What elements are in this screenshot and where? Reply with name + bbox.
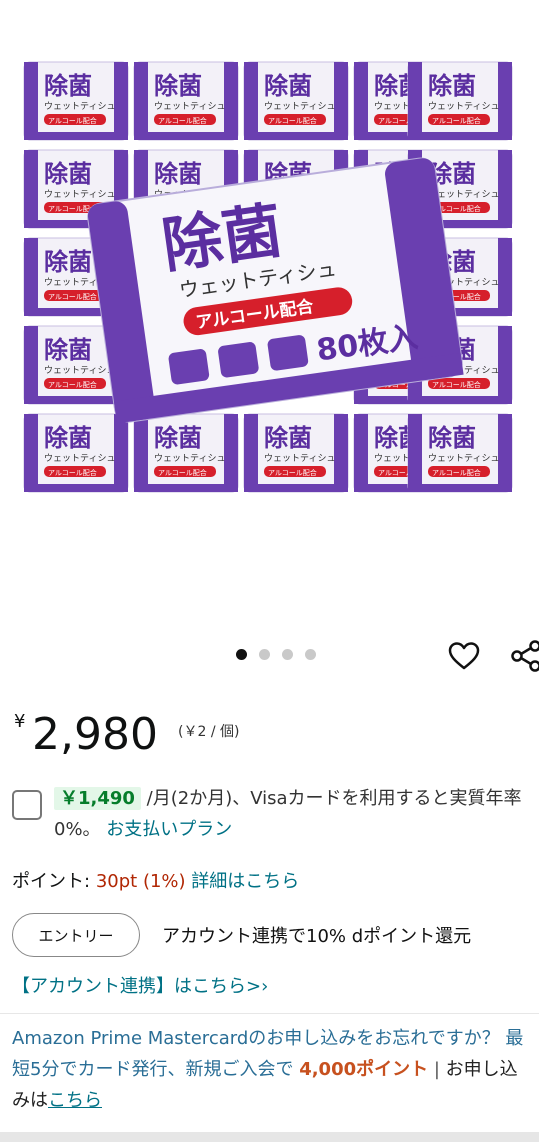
card-promo[interactable]: Amazon Prime Mastercardのお申し込みをお忘れですか？ 最短… [12, 1023, 534, 1116]
points-percent: (1%) [142, 871, 186, 892]
carousel-dot-1[interactable] [236, 649, 247, 660]
divider [0, 1013, 539, 1014]
carousel-dot-2[interactable] [259, 649, 270, 660]
promo-points: 4,000ポイント [299, 1059, 429, 1080]
wet-wipes-pack-image: 除菌 ウェットティシュ アルコール配合 除菌 ウェットティシュ アルコール配合 [23, 61, 513, 493]
promo-separator: | [433, 1059, 440, 1080]
entry-button[interactable]: エントリー [12, 913, 140, 957]
points-label: ポイント: [12, 871, 91, 892]
currency-symbol: ¥ [14, 711, 26, 732]
dpoint-text: アカウント連携で10% dポイント還元 [162, 926, 472, 947]
points-details-link[interactable]: 詳細はこちら [191, 871, 299, 892]
wishlist-button[interactable] [444, 636, 484, 676]
carousel-dot-3[interactable] [282, 649, 293, 660]
product-image[interactable]: 除菌 ウェットティシュ アルコール配合 除菌 ウェットティシュ アルコール配合 [0, 0, 539, 625]
share-icon [511, 640, 539, 672]
carousel-dot-4[interactable] [305, 649, 316, 660]
dpoint-entry: エントリー アカウント連携で10% dポイント還元 [12, 913, 532, 959]
apply-link[interactable]: こちら [48, 1090, 102, 1111]
monthly-price-badge: ￥1,490 [54, 787, 141, 810]
image-carousel-indicator[interactable] [236, 649, 316, 660]
section-separator [0, 1132, 539, 1142]
points-value: 30pt [95, 871, 138, 892]
price-amount: 2,980 [32, 709, 158, 760]
points-info: ポイント: 30pt (1%) 詳細はこちら [12, 868, 299, 896]
share-button[interactable] [506, 636, 539, 676]
unit-price: (￥2 / 個) [178, 724, 240, 740]
heart-icon [448, 642, 480, 670]
installment-text: ￥1,490 /月(2か月)、Visaカードを利用すると実質年率0%。 お支払い… [54, 783, 539, 845]
installment-checkbox[interactable] [12, 790, 42, 820]
account-link[interactable]: 【アカウント連携】はこちら>› [12, 972, 268, 998]
payment-plan-link[interactable]: お支払いプラン [106, 819, 232, 840]
